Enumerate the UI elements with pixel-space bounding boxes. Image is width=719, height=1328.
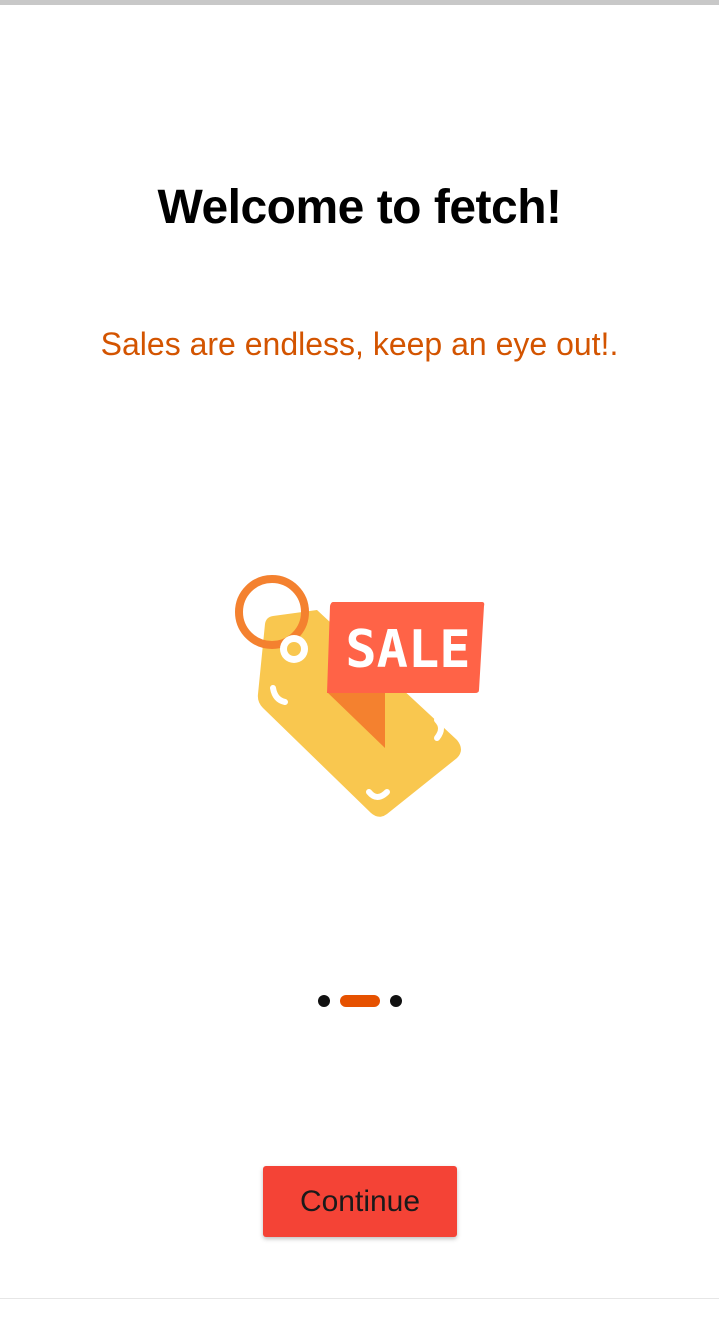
- page-title: Welcome to fetch!: [157, 181, 563, 234]
- continue-button[interactable]: Continue: [263, 1166, 457, 1237]
- sale-banner-text: SALE: [345, 620, 470, 680]
- page-subtitle: Sales are endless, keep an eye out!.: [100, 326, 619, 362]
- onboarding-screen: Welcome to fetch! Sales are endless, kee…: [0, 0, 719, 1328]
- sale-tag-icon: SALE: [235, 575, 485, 817]
- bottom-divider: [0, 1298, 719, 1299]
- page-indicator: [0, 993, 719, 1009]
- page-dot-2-active[interactable]: [339, 995, 380, 1007]
- top-border: [0, 0, 719, 5]
- page-dot-1[interactable]: [317, 995, 330, 1007]
- page-dot-3[interactable]: [389, 995, 402, 1007]
